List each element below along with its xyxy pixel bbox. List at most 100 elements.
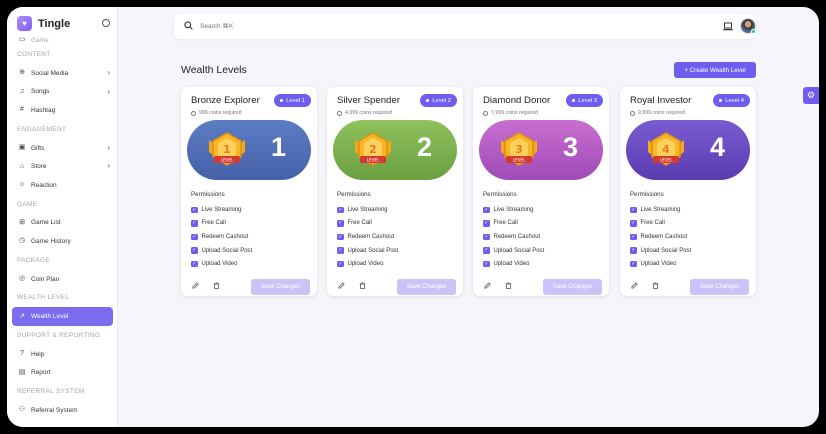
permission-checkbox[interactable]: ✓ [191,220,198,227]
sidebar-item-help[interactable]: ? Help [7,345,117,364]
permission-checkbox[interactable]: ✓ [191,260,198,268]
level-badge-label: Level 4 [725,97,744,104]
permission-row: ✓ Live Streaming [337,203,398,217]
permissions-list: ✓ Live Streaming ✓ Free Call ✓ Redeem Cashout… [337,203,398,271]
permission-checkbox[interactable]: ✓ [337,206,344,214]
search-input[interactable] [200,20,500,33]
permission-row: ✓ Free Call [483,217,544,231]
coins-required-label: 999 coins required [199,110,242,116]
sidebar-item-hashtag[interactable]: # Hashtag [7,101,117,120]
laptop-icon[interactable] [723,22,733,31]
gift-icon: ▣ [18,144,26,152]
permission-checkbox[interactable]: ✓ [191,233,198,241]
gamepad-icon: ⊞ [19,218,25,226]
coins-required-label: 9,999 coins required [638,110,686,116]
app-name: Tingle [38,17,71,30]
sidebar-nav: ▭ Game CONTENT ⊕ Social Media › ♫ Songs › # Hashta… [7,35,117,420]
level-medal-icon: 1 LEVEL [209,132,245,166]
level-banner: 3 LEVEL 3 [479,120,603,180]
save-changes-button[interactable]: Save Changes [690,279,749,295]
trash-icon[interactable] [359,282,366,289]
svg-text:LEVEL: LEVEL [367,157,380,162]
coin-icon: ◎ [18,275,26,283]
save-changes-button[interactable]: Save Changes [397,279,456,295]
permission-checkbox[interactable]: ✓ [630,206,637,214]
create-wealth-level-button[interactable]: + Create Wealth Level [674,62,756,78]
edit-icon[interactable] [338,282,345,289]
sidebar-item-game-partial[interactable]: ▭ Game [7,35,117,45]
sidebar-item-social-media[interactable]: ⊕ Social Media › [7,64,117,83]
permission-checkbox[interactable]: ✓ [630,247,637,254]
sidebar-item-gifts[interactable]: ▣ Gifts › [7,139,117,158]
permission-checkbox[interactable]: ✓ [191,206,198,214]
sidebar-item-report[interactable]: ▤ Report [7,364,117,383]
permission-checkbox[interactable]: ✓ [630,220,637,227]
sidebar-item-reaction[interactable]: ☺ Reaction [7,176,117,195]
trash-icon[interactable] [652,282,659,289]
save-changes-button[interactable]: Save Changes [543,279,602,295]
permission-row: ✓ Upload Social Post [337,244,398,258]
permission-row: ✓ Redeem Cashout [337,230,398,244]
sidebar-item-label: Game List [31,219,61,227]
sidebar-item-game-history[interactable]: ◷ Game History [7,232,117,251]
level-badge-label: Level 1 [286,97,305,104]
trash-icon[interactable] [505,282,512,289]
save-changes-button[interactable]: Save Changes [251,279,310,295]
permission-checkbox[interactable]: ✓ [483,206,490,214]
permission-checkbox[interactable]: ✓ [630,260,637,268]
permission-row: ✓ Live Streaming [191,203,252,217]
permission-checkbox[interactable]: ✓ [337,233,344,241]
edit-icon[interactable] [484,282,491,289]
level-badge: Level 3 [566,94,603,107]
chevron-right-icon: › [107,161,110,171]
edit-icon[interactable] [631,282,638,289]
permission-checkbox[interactable]: ✓ [483,247,490,254]
permission-label: Upload Video [640,261,677,268]
permission-row: ✓ Redeem Cashout [191,230,252,244]
permission-checkbox[interactable]: ✓ [483,260,490,268]
trash-icon[interactable] [213,282,220,289]
wealth-level-card: Silver Spender Level 2 4,999 coins requi… [327,87,463,296]
permission-label: Live Streaming [493,206,534,213]
chevron-right-icon: › [107,142,110,152]
permission-label: Upload Social Post [201,247,253,254]
permission-label: Free Call [201,220,226,227]
sidebar-item-label: Gifts [31,144,45,152]
permission-row: ✓ Free Call [630,217,691,231]
sidebar-item-game-list[interactable]: ⊞ Game List [7,214,117,233]
permission-checkbox[interactable]: ✓ [483,220,490,227]
permission-checkbox[interactable]: ✓ [337,247,344,254]
sidebar-item-label: Referral System [31,406,78,414]
svg-text:4: 4 [662,143,670,156]
app-window: ♥ Tingle ▭ Game CONTENT ⊕ Social Media › ♫ Song… [7,7,819,427]
edit-icon[interactable] [192,282,199,289]
sidebar-item-label: Game History [31,237,71,245]
permission-checkbox[interactable]: ✓ [337,260,344,268]
level-number: 3 [563,132,579,162]
permission-checkbox[interactable]: ✓ [191,247,198,254]
permission-label: Redeem Cashout [347,233,395,240]
store-icon: ⌂ [19,162,25,170]
topbar [174,14,756,39]
wealth-level-card: Royal Investor Level 4 9,999 coins requi… [620,87,756,296]
sidebar-item-store[interactable]: ⌂ Store › [7,157,117,176]
sidebar-collapse-icon[interactable] [102,19,110,27]
chevron-right-icon: › [107,68,110,77]
sidebar-item-referral-system[interactable]: ⚇ Referral System [7,401,117,420]
sidebar-item-coin-plan[interactable]: ◎ Coin Plan [7,270,117,289]
permission-checkbox[interactable]: ✓ [630,233,637,241]
permission-checkbox[interactable]: ✓ [337,220,344,227]
permission-row: ✓ Live Streaming [630,203,691,217]
logo[interactable]: ♥ Tingle [17,16,70,31]
sidebar-item-wealth-level[interactable]: ↗ Wealth Level [12,307,113,326]
permission-checkbox[interactable]: ✓ [483,233,490,241]
level-number: 2 [417,132,433,162]
settings-gear-icon[interactable]: ⚙ [803,87,819,104]
permission-label: Redeem Cashout [201,233,249,240]
level-medal-icon: 2 LEVEL [355,132,391,166]
sidebar-item-songs[interactable]: ♫ Songs › [7,83,117,102]
permission-row: ✓ Live Streaming [483,203,544,217]
sidebar-section-title: ENGAGEMENT [17,125,67,133]
coins-required: 999 coins required [191,110,242,116]
level-badge-label: Level 3 [578,97,597,104]
